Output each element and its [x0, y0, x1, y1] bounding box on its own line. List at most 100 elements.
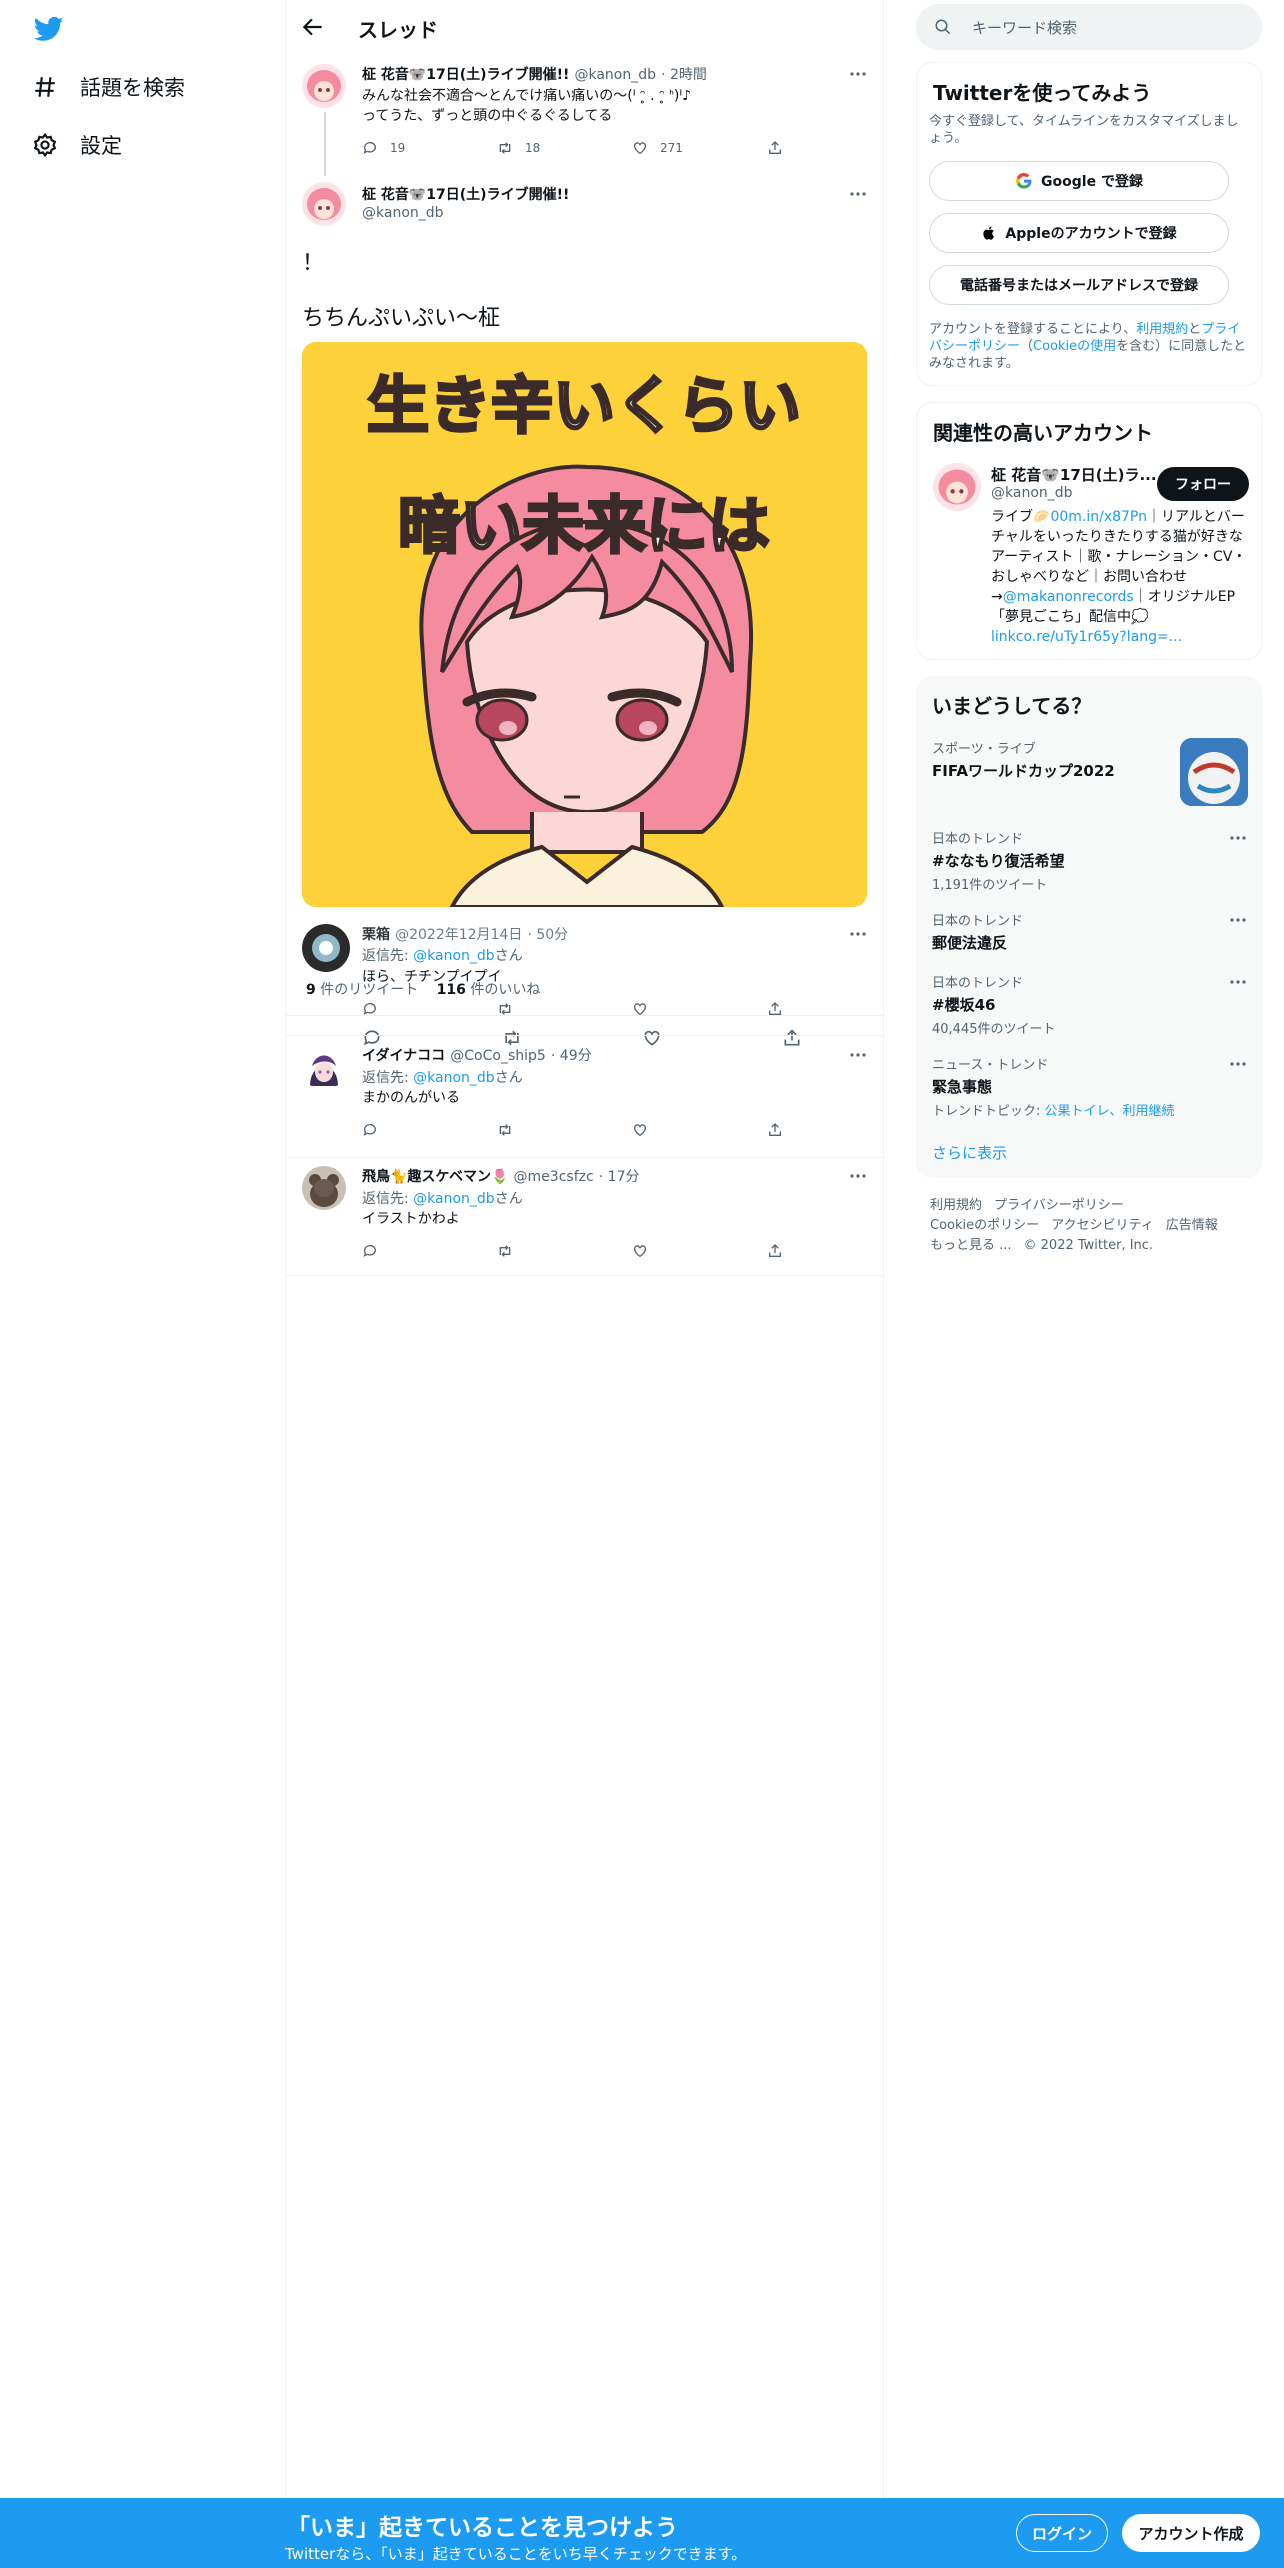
cookie-link[interactable]: Cookieの使用 — [1033, 339, 1116, 354]
follow-button[interactable]: フォロー — [1157, 467, 1249, 501]
tweet-time[interactable]: · 2時間 — [661, 67, 707, 83]
avatar[interactable] — [302, 182, 346, 226]
search-input[interactable]: キーワード検索 — [972, 17, 1077, 38]
like-button[interactable]: 271 — [632, 140, 767, 156]
reply-to-link[interactable]: @kanon_db — [413, 1191, 495, 1207]
reply-button[interactable] — [362, 1243, 497, 1259]
twitter-logo-icon[interactable] — [32, 14, 66, 44]
author-handle[interactable]: @kanon_db — [362, 205, 444, 221]
reply-to: 返信先: @kanon_dbさん — [362, 1067, 523, 1087]
more-icon[interactable] — [1228, 972, 1248, 992]
apple-signup-label: Appleのアカウントで登録 — [1005, 226, 1177, 242]
nav-settings[interactable]: 設定 — [32, 125, 122, 165]
tweet-time[interactable]: · 50分 — [527, 927, 568, 943]
tweet-time[interactable]: · 49分 — [551, 1048, 592, 1064]
avatar[interactable] — [302, 1046, 346, 1090]
reply-icon — [363, 1245, 376, 1257]
retweet-stat-count[interactable]: 9 — [306, 982, 316, 998]
trend-item[interactable]: 日本のトレンド #ななもり復活希望 1,191件のツイート — [932, 828, 1252, 893]
trend-item[interactable]: ニュース・トレンド 緊急事態 トレンドトピック: 公果トイレ、利用継続 — [932, 1054, 1252, 1119]
nav-settings-label: 設定 — [80, 134, 122, 158]
nav-explore[interactable]: 話題を検索 — [32, 67, 185, 107]
footer-terms-link[interactable]: 利用規約 — [930, 1198, 982, 1213]
avatar[interactable] — [933, 463, 981, 511]
bio-text: ライブ — [991, 509, 1033, 525]
more-icon[interactable] — [848, 1166, 868, 1186]
terms-link[interactable]: 利用規約 — [1136, 322, 1188, 337]
bio-link[interactable]: @makanonrecords — [1003, 589, 1134, 605]
author-name[interactable]: 飛鳥🐈趣スケベマン🌷 — [362, 1169, 508, 1185]
signup-subtitle: 今すぐ登録して、タイムラインをカスタマイズしましょう。 — [929, 114, 1239, 146]
related-name[interactable]: 柾 花音🐨17日(土)ラ... — [991, 464, 1157, 485]
more-icon[interactable] — [1228, 1054, 1248, 1074]
more-icon[interactable] — [848, 184, 868, 204]
avatar[interactable] — [302, 1166, 346, 1210]
footer-privacy-link[interactable]: プライバシーポリシー — [994, 1198, 1124, 1213]
author-handle[interactable]: @CoCo_ship5 — [450, 1048, 546, 1064]
phone-signup-button[interactable]: 電話番号またはメールアドレスで登録 — [929, 265, 1229, 305]
heart-icon — [634, 142, 646, 155]
bio-link[interactable]: linkco.re/uTy1r65y?lang=... — [991, 629, 1182, 645]
like-button[interactable] — [632, 1122, 767, 1138]
back-arrow-icon[interactable] — [300, 14, 326, 40]
gear-icon — [33, 132, 57, 158]
author-name[interactable]: イダイナココ — [362, 1048, 445, 1064]
sidebar-footer: 利用規約 プライバシーポリシー Cookieのポリシー アクセシビリティ 広告情報 も… — [930, 1196, 1250, 1256]
google-signup-button[interactable]: Google で登録 — [929, 161, 1229, 201]
author-name[interactable]: 栗箱 — [362, 927, 390, 943]
retweet-button[interactable]: 18 — [497, 140, 632, 156]
bio-link[interactable]: 00m.in/x87Pn — [1050, 509, 1147, 525]
author-name[interactable]: 柾 花音🐨17日(土)ライブ開催!! — [362, 67, 569, 83]
reply-to-label: 返信先: — [362, 1191, 409, 1207]
footer-accessibility-link[interactable]: アクセシビリティ — [1051, 1218, 1154, 1233]
avatar[interactable] — [302, 64, 346, 108]
like-stat-label[interactable]: 件のいいね — [470, 982, 540, 998]
search-box[interactable]: キーワード検索 — [916, 4, 1262, 50]
reply-to-link[interactable]: @kanon_db — [413, 948, 495, 964]
footer-more-link[interactable]: もっと見る ... — [930, 1238, 1012, 1253]
reply-to-link[interactable]: @kanon_db — [413, 1070, 495, 1086]
author-handle[interactable]: @kanon_db — [574, 67, 656, 83]
divider — [286, 1157, 883, 1158]
retweet-button[interactable] — [497, 1122, 632, 1138]
signup-button[interactable]: アカウント作成 — [1122, 2514, 1260, 2552]
more-icon[interactable] — [1228, 828, 1248, 848]
author-handle[interactable]: @me3csfzc — [514, 1169, 594, 1185]
reply-button[interactable]: 19 — [362, 140, 497, 156]
trend-item[interactable]: 日本のトレンド #櫻坂46 40,445件のツイート — [932, 972, 1252, 1037]
apple-signup-button[interactable]: Appleのアカウントで登録 — [929, 213, 1229, 253]
retweet-button[interactable] — [497, 1243, 632, 1259]
trend-topic-links[interactable]: 公果トイレ、利用継続 — [1045, 1104, 1175, 1119]
tweet-text: まかのんがいる — [362, 1090, 460, 1106]
tweet-text: ！ — [302, 251, 325, 276]
terms-prefix: アカウントを登録することにより、 — [929, 322, 1137, 337]
reply-button[interactable] — [362, 1122, 497, 1138]
like-stat-count[interactable]: 116 — [437, 982, 466, 998]
tweet-image[interactable]: 生き辛いくらい 暗い未来には — [302, 342, 867, 907]
avatar[interactable] — [302, 924, 350, 972]
footer-cookie-link[interactable]: Cookieのポリシー — [930, 1218, 1039, 1233]
author-handle[interactable]: @2022年12月14日 — [395, 927, 522, 943]
retweet-stat-label[interactable]: 件のリツイート — [320, 982, 418, 998]
reply-to-suffix: さん — [494, 948, 523, 964]
trend-item[interactable]: 日本のトレンド 郵便法違反 — [932, 910, 1252, 953]
retweet-count: 18 — [525, 141, 541, 155]
more-icon[interactable] — [1228, 910, 1248, 930]
like-button[interactable] — [642, 1028, 782, 1048]
more-icon[interactable] — [848, 64, 868, 84]
author-name[interactable]: 柾 花音🐨17日(土)ライブ開催!! — [362, 184, 569, 204]
footer-ads-link[interactable]: 広告情報 — [1166, 1218, 1218, 1233]
login-button[interactable]: ログイン — [1016, 2514, 1108, 2552]
tweet-time[interactable]: · 17分 — [599, 1169, 640, 1185]
more-icon[interactable] — [848, 924, 868, 944]
reply-count: 19 — [390, 141, 406, 155]
more-icon[interactable] — [848, 1045, 868, 1065]
share-button[interactable] — [767, 1122, 902, 1138]
share-button[interactable] — [767, 140, 902, 156]
like-button[interactable] — [632, 1243, 767, 1259]
related-handle[interactable]: @kanon_db — [991, 485, 1073, 501]
show-more-link[interactable]: さらに表示 — [932, 1142, 1007, 1163]
retweet-icon — [499, 1245, 511, 1257]
share-button[interactable] — [767, 1243, 902, 1259]
trend-item[interactable]: スポーツ・ライブ FIFAワールドカップ2022 — [932, 738, 1252, 806]
